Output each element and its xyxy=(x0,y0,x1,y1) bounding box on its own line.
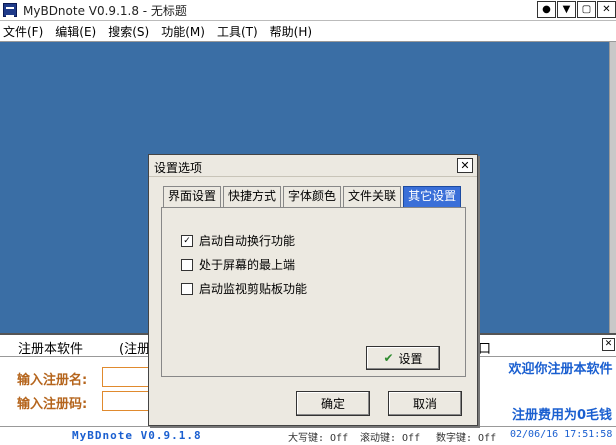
title-bar: MyBDnote V0.9.1.8 - 无标题 ● ▼ ▢ ✕ xyxy=(0,0,616,21)
option-monitor-clipboard[interactable]: 启动监视剪贴板功能 xyxy=(181,280,307,297)
tab-file-association[interactable]: 文件关联 xyxy=(343,186,402,207)
option-checkbox-1[interactable] xyxy=(181,258,193,271)
welcome-text: 欢迎你注册本软件 xyxy=(508,362,613,377)
close-button[interactable]: ✕ xyxy=(597,1,616,18)
tab-shortcuts[interactable]: 快捷方式 xyxy=(223,186,282,207)
register-title-tertiary: 口 xyxy=(478,342,492,357)
check-icon: ✔ xyxy=(383,351,394,365)
dialog-title-bar: 设置选项 ✕ xyxy=(149,155,477,177)
status-caps: 大写键: Off xyxy=(288,433,349,444)
tab-font-color[interactable]: 字体颜色 xyxy=(283,186,342,207)
maximize-button[interactable]: ▢ xyxy=(577,1,596,18)
option-always-on-top[interactable]: 处于屏幕的最上端 xyxy=(181,256,295,273)
dialog-title: 设置选项 xyxy=(154,161,203,175)
pin-button[interactable]: ● xyxy=(537,1,556,18)
menu-edit[interactable]: 编辑(E) xyxy=(49,23,102,40)
minimize-button[interactable]: ▼ xyxy=(557,1,576,18)
status-scroll: 滚动键: Off xyxy=(360,433,421,444)
apply-settings-button[interactable]: ✔ 设置 xyxy=(366,346,440,370)
option-label: 启动监视剪贴板功能 xyxy=(199,282,308,296)
status-num: 数字键: Off xyxy=(436,433,497,444)
apply-settings-label: 设置 xyxy=(398,351,423,366)
option-auto-wrap[interactable]: ✓ 启动自动换行功能 xyxy=(181,232,295,249)
option-label: 启动自动换行功能 xyxy=(199,234,296,248)
option-checkbox-2[interactable] xyxy=(181,282,193,295)
menu-help[interactable]: 帮助(H) xyxy=(264,23,318,40)
register-title-secondary: (注册 xyxy=(119,342,151,357)
menu-bar: 文件(F) 编辑(E) 搜索(S) 功能(M) 工具(T) 帮助(H) xyxy=(0,21,616,42)
fee-text: 注册费用为0毛钱 xyxy=(512,408,613,423)
window-title: MyBDnote V0.9.1.8 - 无标题 xyxy=(23,3,187,18)
register-code-input[interactable] xyxy=(102,391,152,411)
register-name-input[interactable] xyxy=(102,367,152,387)
tab-other-settings[interactable]: 其它设置 xyxy=(403,186,462,208)
menu-file[interactable]: 文件(F) xyxy=(0,23,49,40)
ok-button[interactable]: 确定 xyxy=(296,391,370,416)
register-name-label: 输入注册名: xyxy=(17,373,88,388)
app-icon xyxy=(3,3,17,17)
menu-function[interactable]: 功能(M) xyxy=(155,23,211,40)
dialog-tabs: 界面设置 快捷方式 字体颜色 文件关联 其它设置 xyxy=(163,186,463,208)
option-checkbox-0[interactable]: ✓ xyxy=(181,234,193,247)
tab-interface[interactable]: 界面设置 xyxy=(163,186,222,207)
tab-panel-other: ✓ 启动自动换行功能 处于屏幕的最上端 启动监视剪贴板功能 ✔ 设置 xyxy=(161,207,466,377)
register-close-icon[interactable]: ✕ xyxy=(602,338,615,351)
status-version: MyBDnote V0.9.1.8 xyxy=(72,429,202,442)
status-bar: MyBDnote V0.9.1.8 大写键: Off 滚动键: Off 数字键:… xyxy=(0,426,616,445)
settings-dialog: 设置选项 ✕ 界面设置 快捷方式 字体颜色 文件关联 其它设置 ✓ 启动自动换行… xyxy=(148,154,478,426)
cancel-button[interactable]: 取消 xyxy=(388,391,462,416)
dialog-close-icon[interactable]: ✕ xyxy=(457,158,473,173)
register-title: 注册本软件 xyxy=(18,342,84,357)
menu-search[interactable]: 搜索(S) xyxy=(102,23,155,40)
option-label: 处于屏幕的最上端 xyxy=(199,258,296,272)
status-datetime: 02/06/16 17:51:58 xyxy=(510,429,613,440)
register-code-label: 输入注册码: xyxy=(17,397,88,412)
window-controls: ● ▼ ▢ ✕ xyxy=(536,1,616,18)
vertical-scrollbar[interactable] xyxy=(609,42,616,333)
menu-tools[interactable]: 工具(T) xyxy=(211,23,264,40)
